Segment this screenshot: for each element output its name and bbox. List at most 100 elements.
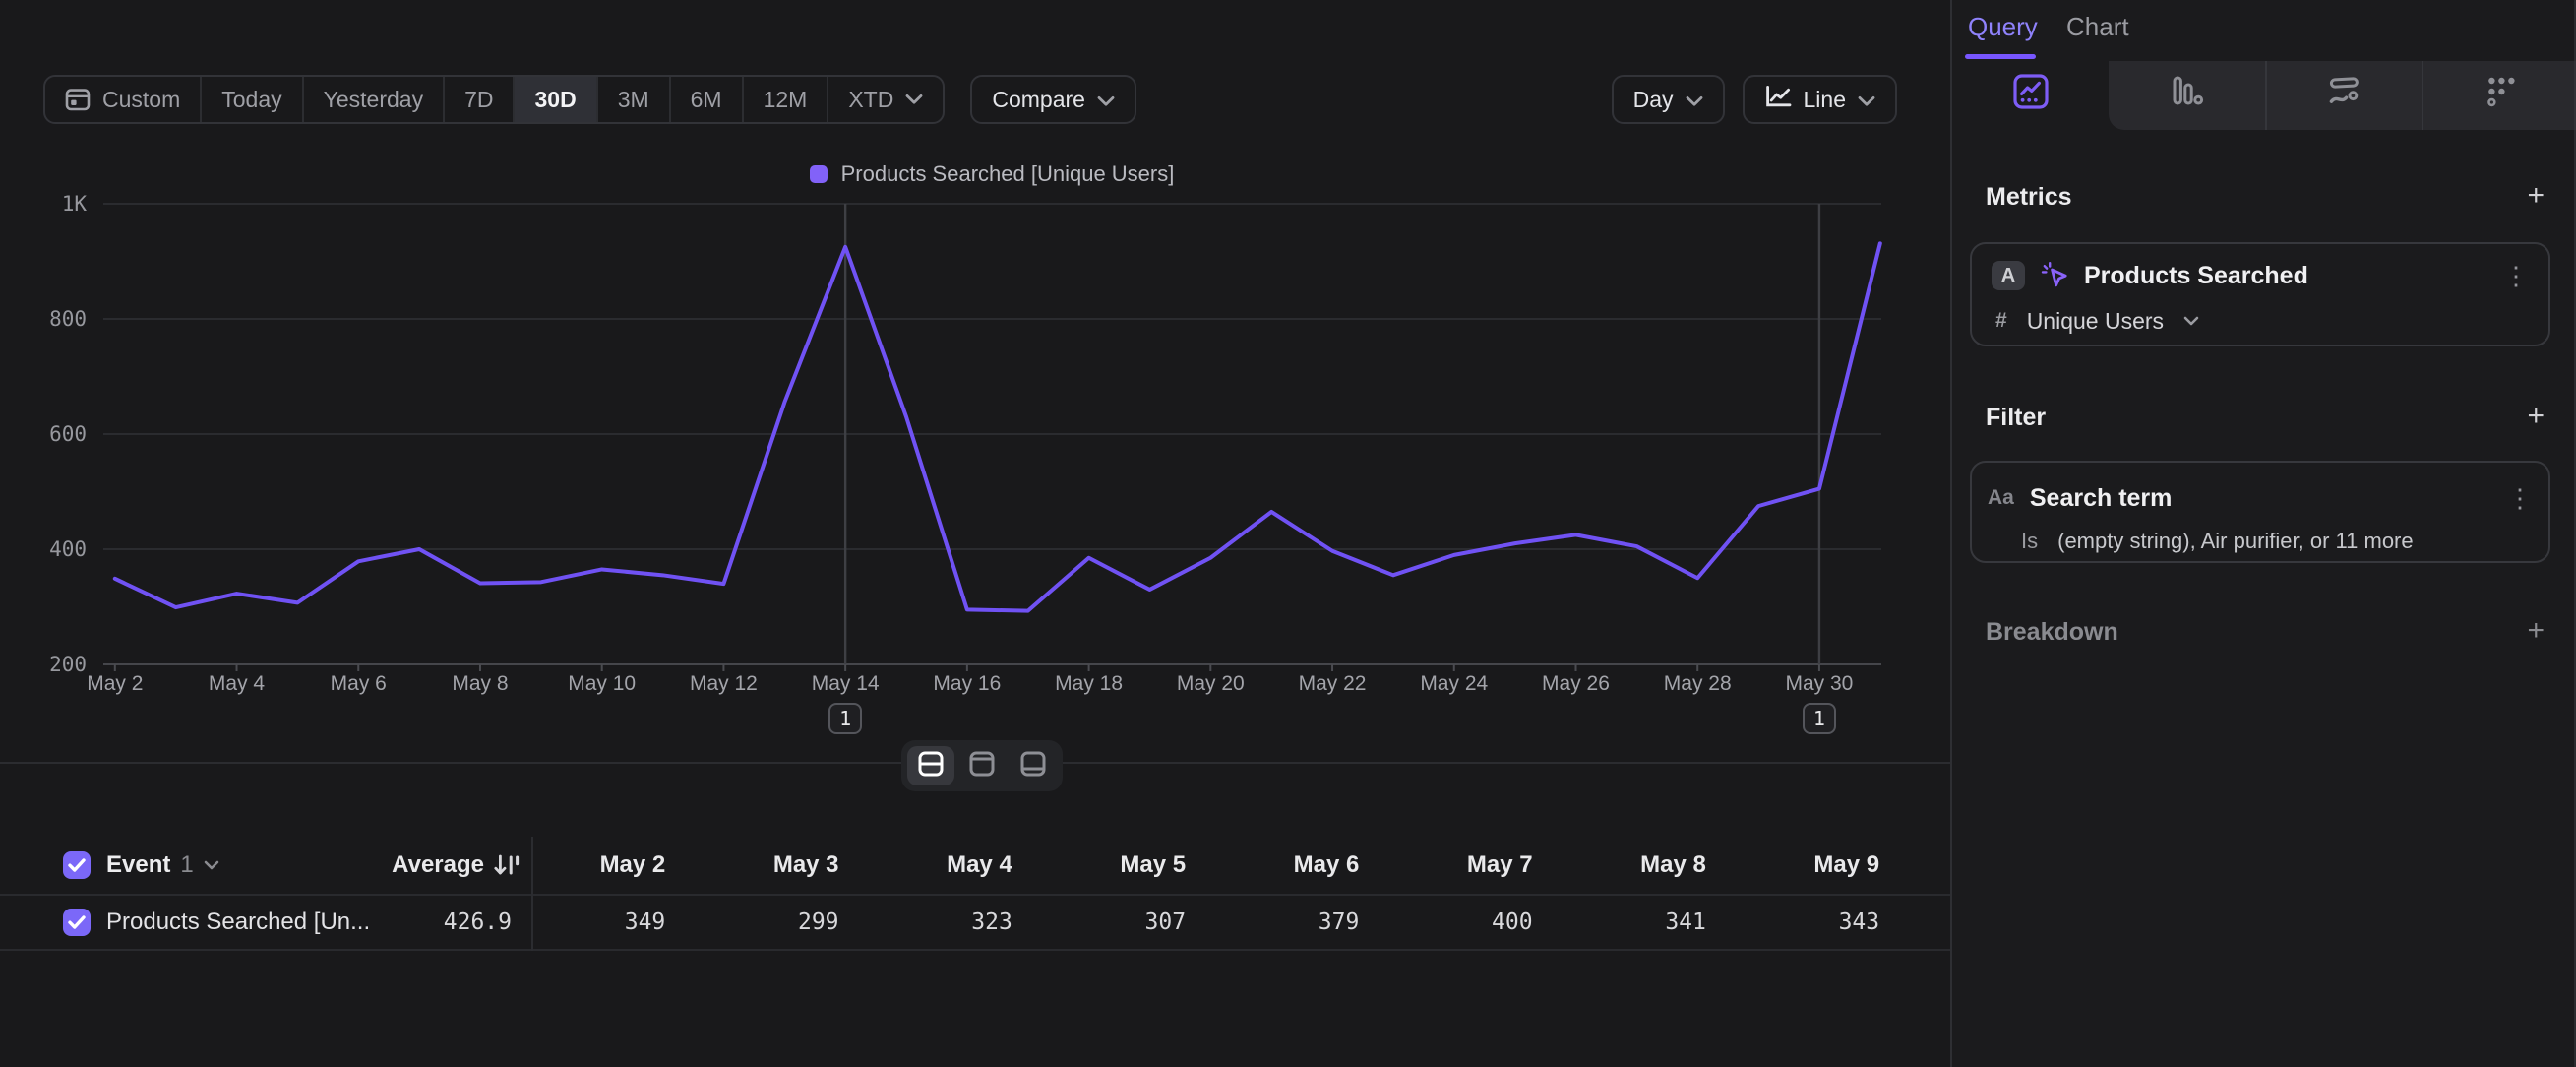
aggregation-selector[interactable]: Unique Users — [2027, 308, 2164, 335]
series-name-cell: Products Searched [Un... 426.9 — [0, 896, 531, 949]
cell-value: 400 — [1398, 910, 1571, 935]
tab-query[interactable]: Query — [1968, 12, 2038, 42]
table-only-icon — [1020, 748, 1046, 785]
cell-value: 341 — [1572, 910, 1746, 935]
y-tick-label: 800 — [49, 307, 87, 331]
kebab-menu-icon[interactable]: ⋮ — [2507, 485, 2533, 511]
filter-card[interactable]: Aa Search term ⋮ Is (empty string), Air … — [1970, 461, 2550, 563]
y-tick-label: 400 — [49, 537, 87, 561]
cell-value: 307 — [1052, 910, 1225, 935]
x-tick-label: May 8 — [452, 672, 508, 695]
report-main-area: CustomTodayYesterday7D30D3M6M12MXTD Comp… — [0, 0, 1950, 1067]
annotation-badge[interactable]: 1 — [828, 703, 862, 734]
column-header[interactable]: May 3 — [705, 851, 878, 879]
y-tick-label: 1K — [62, 192, 88, 216]
insights-report-window: CustomTodayYesterday7D30D3M6M12MXTD Comp… — [0, 0, 2576, 1067]
add-breakdown-button[interactable]: + — [2527, 614, 2545, 648]
x-tick-label: May 4 — [209, 672, 266, 695]
line-chart[interactable]: 1K 800 600 400 200May 2 May 4 May 6 May 8 May 10… — [0, 0, 1950, 787]
funnels-tab[interactable] — [2109, 61, 2265, 130]
date-column-headers: May 2May 3May 4May 5May 6May 7May 8May 9 — [531, 837, 1919, 894]
insights-tab[interactable] — [1952, 61, 2109, 130]
chevron-down-icon[interactable] — [204, 860, 219, 870]
retention-icon — [2485, 75, 2517, 116]
chart-type-tabs — [1952, 61, 2576, 130]
cell-value: 343 — [1746, 910, 1919, 935]
series-name: Products Searched [Un... — [106, 909, 370, 936]
x-tick-label: May 2 — [87, 672, 143, 695]
table-column-divider — [531, 837, 533, 951]
column-header[interactable]: May 6 — [1225, 851, 1398, 879]
chart-only-icon — [969, 748, 995, 785]
active-tab-underline — [1965, 54, 2036, 59]
layout-toggle — [901, 740, 1063, 791]
event-pointer-icon — [2039, 260, 2070, 291]
split-view-icon — [918, 748, 944, 785]
column-header[interactable]: May 4 — [879, 851, 1052, 879]
table-header-row: Event 1 Average May 2May 3May 4May 5May … — [0, 837, 1950, 894]
chevron-down-icon — [2183, 316, 2199, 326]
breakdown-section-header: Breakdown + — [1986, 618, 2545, 650]
chart-area: 1K 800 600 400 200May 2 May 4 May 6 May 8 May 10… — [0, 0, 1950, 787]
average-label: Average — [392, 851, 484, 879]
string-type-icon: Aa — [1988, 486, 2014, 510]
y-tick-label: 200 — [49, 653, 87, 676]
x-tick-label: May 28 — [1664, 672, 1732, 695]
x-tick-label: May 26 — [1542, 672, 1610, 695]
average-value: 426.9 — [444, 910, 531, 935]
x-tick-label: May 30 — [1786, 672, 1854, 695]
add-filter-button[interactable]: + — [2527, 400, 2545, 433]
kebab-menu-icon[interactable]: ⋮ — [2503, 263, 2529, 288]
x-tick-label: May 6 — [331, 672, 387, 695]
insights-icon — [2013, 74, 2049, 117]
flows-icon — [2327, 77, 2362, 114]
x-tick-label: May 10 — [568, 672, 636, 695]
x-tick-label: May 16 — [933, 672, 1001, 695]
column-header[interactable]: May 2 — [531, 851, 705, 879]
metric-letter-badge: A — [1992, 261, 2025, 290]
x-tick-label: May 22 — [1299, 672, 1367, 695]
cell-value: 323 — [879, 910, 1052, 935]
tab-chart[interactable]: Chart — [2066, 12, 2129, 42]
event-header-cell: Event 1 Average — [0, 837, 531, 894]
series-checkbox[interactable] — [63, 909, 91, 936]
y-tick-label: 600 — [49, 422, 87, 446]
filter-operator[interactable]: Is — [2021, 529, 2038, 554]
add-metric-button[interactable]: + — [2527, 179, 2545, 213]
sort-descending-icon — [494, 853, 520, 877]
data-series-line[interactable] — [115, 243, 1880, 610]
funnels-icon — [2171, 75, 2204, 116]
column-header[interactable]: May 9 — [1746, 851, 1919, 879]
number-symbol: # — [1995, 309, 2007, 333]
annotation-badge[interactable]: 1 — [1803, 703, 1836, 734]
query-panel: Query Chart — [1950, 0, 2576, 1067]
x-tick-label: May 20 — [1177, 672, 1245, 695]
filter-title: Filter — [1986, 404, 2046, 431]
metric-event-name: Products Searched — [2084, 262, 2308, 290]
cell-value: 299 — [705, 910, 878, 935]
event-label: Event — [106, 851, 170, 879]
filter-values[interactable]: (empty string), Air purifier, or 11 more — [2057, 529, 2414, 554]
x-tick-label: May 24 — [1420, 672, 1488, 695]
average-column-header[interactable]: Average — [392, 851, 531, 879]
split-view-button[interactable] — [907, 746, 954, 785]
filter-property-name: Search term — [2030, 484, 2173, 513]
table-row[interactable]: Products Searched [Un... 426.9 349299323… — [0, 894, 1950, 951]
x-tick-label: May 14 — [812, 672, 880, 695]
chart-only-button[interactable] — [958, 746, 1006, 785]
cell-value: 379 — [1225, 910, 1398, 935]
breakdown-title: Breakdown — [1986, 618, 2118, 646]
metrics-section-header: Metrics + — [1986, 183, 2545, 215]
date-value-cells: 349299323307379400341343 — [531, 896, 1919, 949]
filter-section-header: Filter + — [1986, 404, 2545, 435]
column-header[interactable]: May 8 — [1572, 851, 1746, 879]
column-header[interactable]: May 5 — [1052, 851, 1225, 879]
retention-tab[interactable] — [2422, 61, 2576, 130]
flows-tab[interactable] — [2265, 61, 2422, 130]
metric-card[interactable]: A Products Searched ⋮ # Unique Users — [1970, 242, 2550, 346]
event-checkbox[interactable] — [63, 851, 91, 879]
table-only-button[interactable] — [1010, 746, 1057, 785]
metrics-title: Metrics — [1986, 183, 2072, 211]
x-tick-label: May 18 — [1055, 672, 1123, 695]
column-header[interactable]: May 7 — [1398, 851, 1571, 879]
